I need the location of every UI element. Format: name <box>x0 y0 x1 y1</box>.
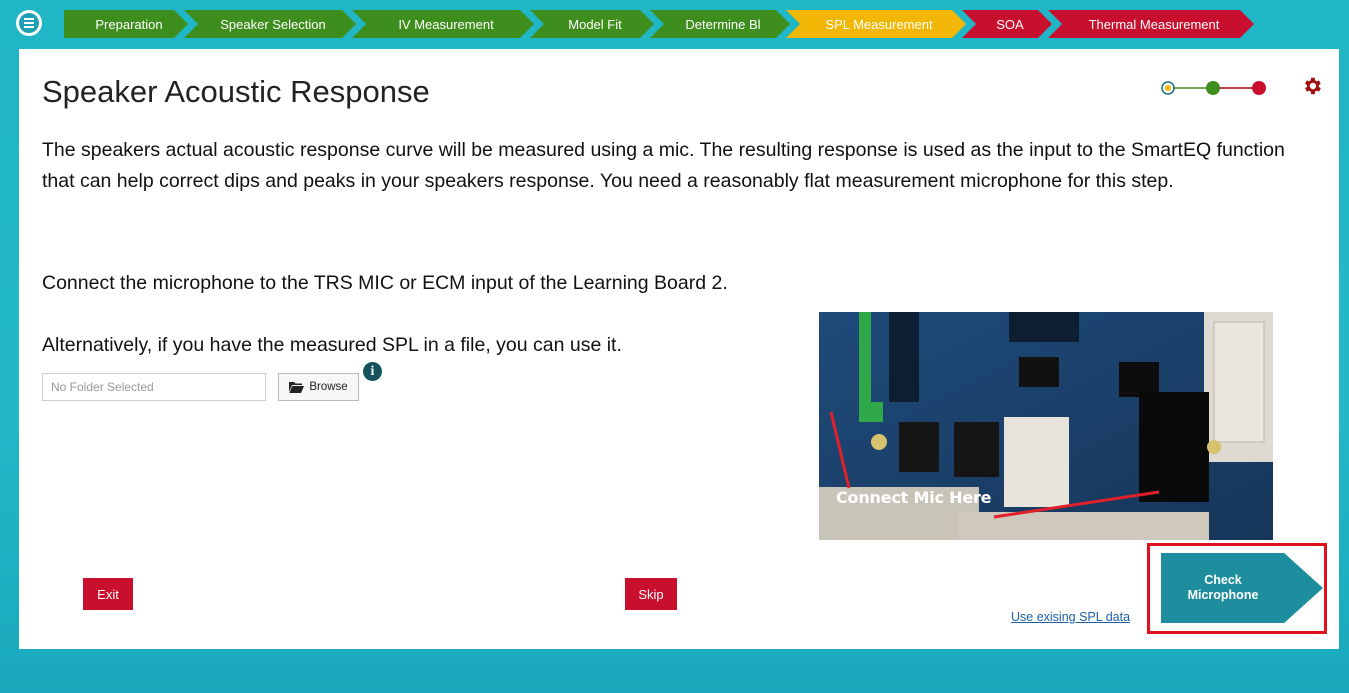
step-model-fit[interactable]: Model Fit <box>530 10 654 38</box>
step-iv-measurement[interactable]: IV Measurement <box>352 10 534 38</box>
progress-dot-current-center <box>1165 85 1171 91</box>
step-soa[interactable]: SOA <box>962 10 1052 38</box>
step-label: SOA <box>996 16 1024 32</box>
step-determine-bl[interactable]: Determine Bl <box>650 10 790 38</box>
connection-instruction: Connect the microphone to the TRS MIC or… <box>42 272 728 294</box>
description-paragraph: The speakers actual acoustic response cu… <box>42 139 1285 192</box>
gear-icon[interactable] <box>1301 75 1323 97</box>
step-label: IV Measurement <box>398 16 494 32</box>
step-spl-measurement[interactable]: SPL Measurement <box>786 10 966 38</box>
progress-dot-done <box>1206 81 1220 95</box>
step-label: Determine Bl <box>685 16 761 32</box>
main-card: Speaker Acoustic Response The speakers a… <box>19 49 1339 649</box>
list-menu-icon[interactable] <box>16 10 42 36</box>
folder-path-input[interactable] <box>42 373 266 401</box>
check-label-line1: Check <box>1204 573 1242 587</box>
skip-button[interactable]: Skip <box>625 578 677 610</box>
browse-button[interactable]: Browse <box>278 373 359 401</box>
check-microphone-button[interactable]: Check Microphone <box>1161 553 1323 623</box>
progress-dot-pending <box>1252 81 1266 95</box>
step-label: Model Fit <box>568 16 622 32</box>
use-existing-spl-link[interactable]: Use exising SPL data <box>1011 610 1130 624</box>
browse-label: Browse <box>309 381 348 393</box>
step-label: SPL Measurement <box>825 16 933 32</box>
step-progress-indicator <box>1161 81 1266 95</box>
page-title: Speaker Acoustic Response <box>42 74 430 109</box>
check-label-line2: Microphone <box>1187 588 1259 602</box>
folder-open-icon <box>289 382 305 393</box>
photo-caption: Connect Mic Here <box>836 488 992 507</box>
info-icon[interactable]: i <box>363 362 382 381</box>
step-label: Thermal Measurement <box>1088 16 1220 32</box>
board-photo: Connect Mic Here <box>819 312 1273 540</box>
step-speaker-selection[interactable]: Speaker Selection <box>184 10 356 38</box>
check-microphone-label: Check Microphone <box>1161 553 1285 623</box>
step-label: Speaker Selection <box>220 16 326 32</box>
step-preparation[interactable]: Preparation <box>64 10 188 38</box>
alternative-instruction: Alternatively, if you have the measured … <box>42 334 622 356</box>
step-label: Preparation <box>95 16 163 32</box>
top-navigation: Preparation Speaker Selection IV Measure… <box>0 0 1349 48</box>
step-thermal-measurement[interactable]: Thermal Measurement <box>1048 10 1254 38</box>
exit-button[interactable]: Exit <box>83 578 133 610</box>
